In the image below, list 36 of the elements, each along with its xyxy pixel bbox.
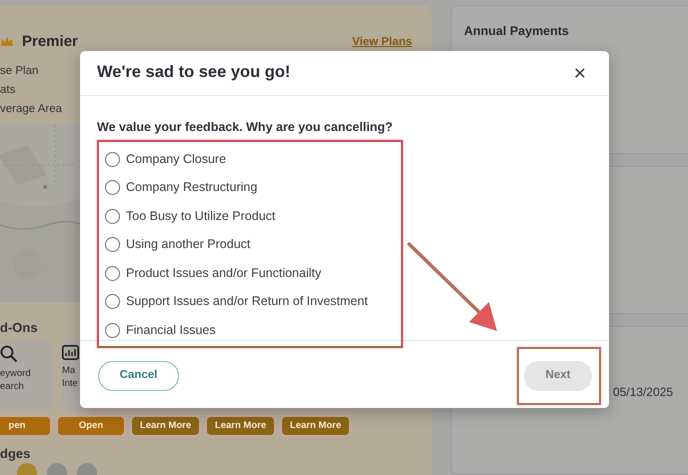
option-label: Product Issues and/or Functionailty — [126, 264, 322, 282]
option-label: Using another Product — [126, 236, 250, 254]
section-heading: d-Ons — [0, 318, 38, 336]
close-button[interactable]: × — [574, 62, 586, 84]
radio-button[interactable] — [105, 180, 120, 195]
option-label: Financial Issues — [126, 322, 216, 339]
learn-more-button[interactable]: Learn More — [282, 417, 349, 435]
search-icon — [0, 345, 18, 363]
view-plans-link[interactable]: View Plans — [352, 34, 412, 51]
question-text: We value your feedback. Why are you cancelling? — [97, 119, 394, 136]
radio-button[interactable] — [105, 266, 120, 280]
open-button[interactable]: pen — [0, 417, 50, 435]
option-label: Too Busy to Utilize Product — [126, 208, 276, 225]
plan-feature: se Plan — [0, 64, 38, 78]
addon-name: Ma Inte — [62, 364, 78, 390]
learn-more-button[interactable]: Learn More — [207, 417, 274, 435]
learn-more-button[interactable]: Learn More — [132, 417, 199, 435]
option-label: Company Closure — [126, 150, 226, 168]
option-label: Company Restructuring — [126, 179, 258, 196]
date-text: 05/13/2025 — [612, 384, 674, 402]
radio-button[interactable] — [105, 208, 120, 224]
plan-feature: ats — [0, 82, 16, 98]
open-button[interactable]: Open — [58, 417, 124, 435]
plan-title: Premier — [22, 32, 78, 52]
radio-button[interactable] — [105, 237, 120, 252]
radio-button[interactable] — [105, 294, 120, 309]
radio-button[interactable] — [105, 152, 120, 166]
radio-button[interactable] — [105, 322, 120, 338]
chart-icon — [62, 345, 79, 360]
option-label: Support Issues and/or Return of Investment — [126, 293, 368, 310]
plan-feature: verage Area — [0, 102, 62, 116]
section-heading: dges — [0, 445, 30, 463]
addon-name: eyword earch — [0, 367, 31, 393]
card-title: Annual Payments — [464, 23, 570, 40]
cancel-button[interactable]: Cancel — [98, 361, 179, 391]
dialog-title: We're sad to see you go! — [97, 63, 290, 83]
